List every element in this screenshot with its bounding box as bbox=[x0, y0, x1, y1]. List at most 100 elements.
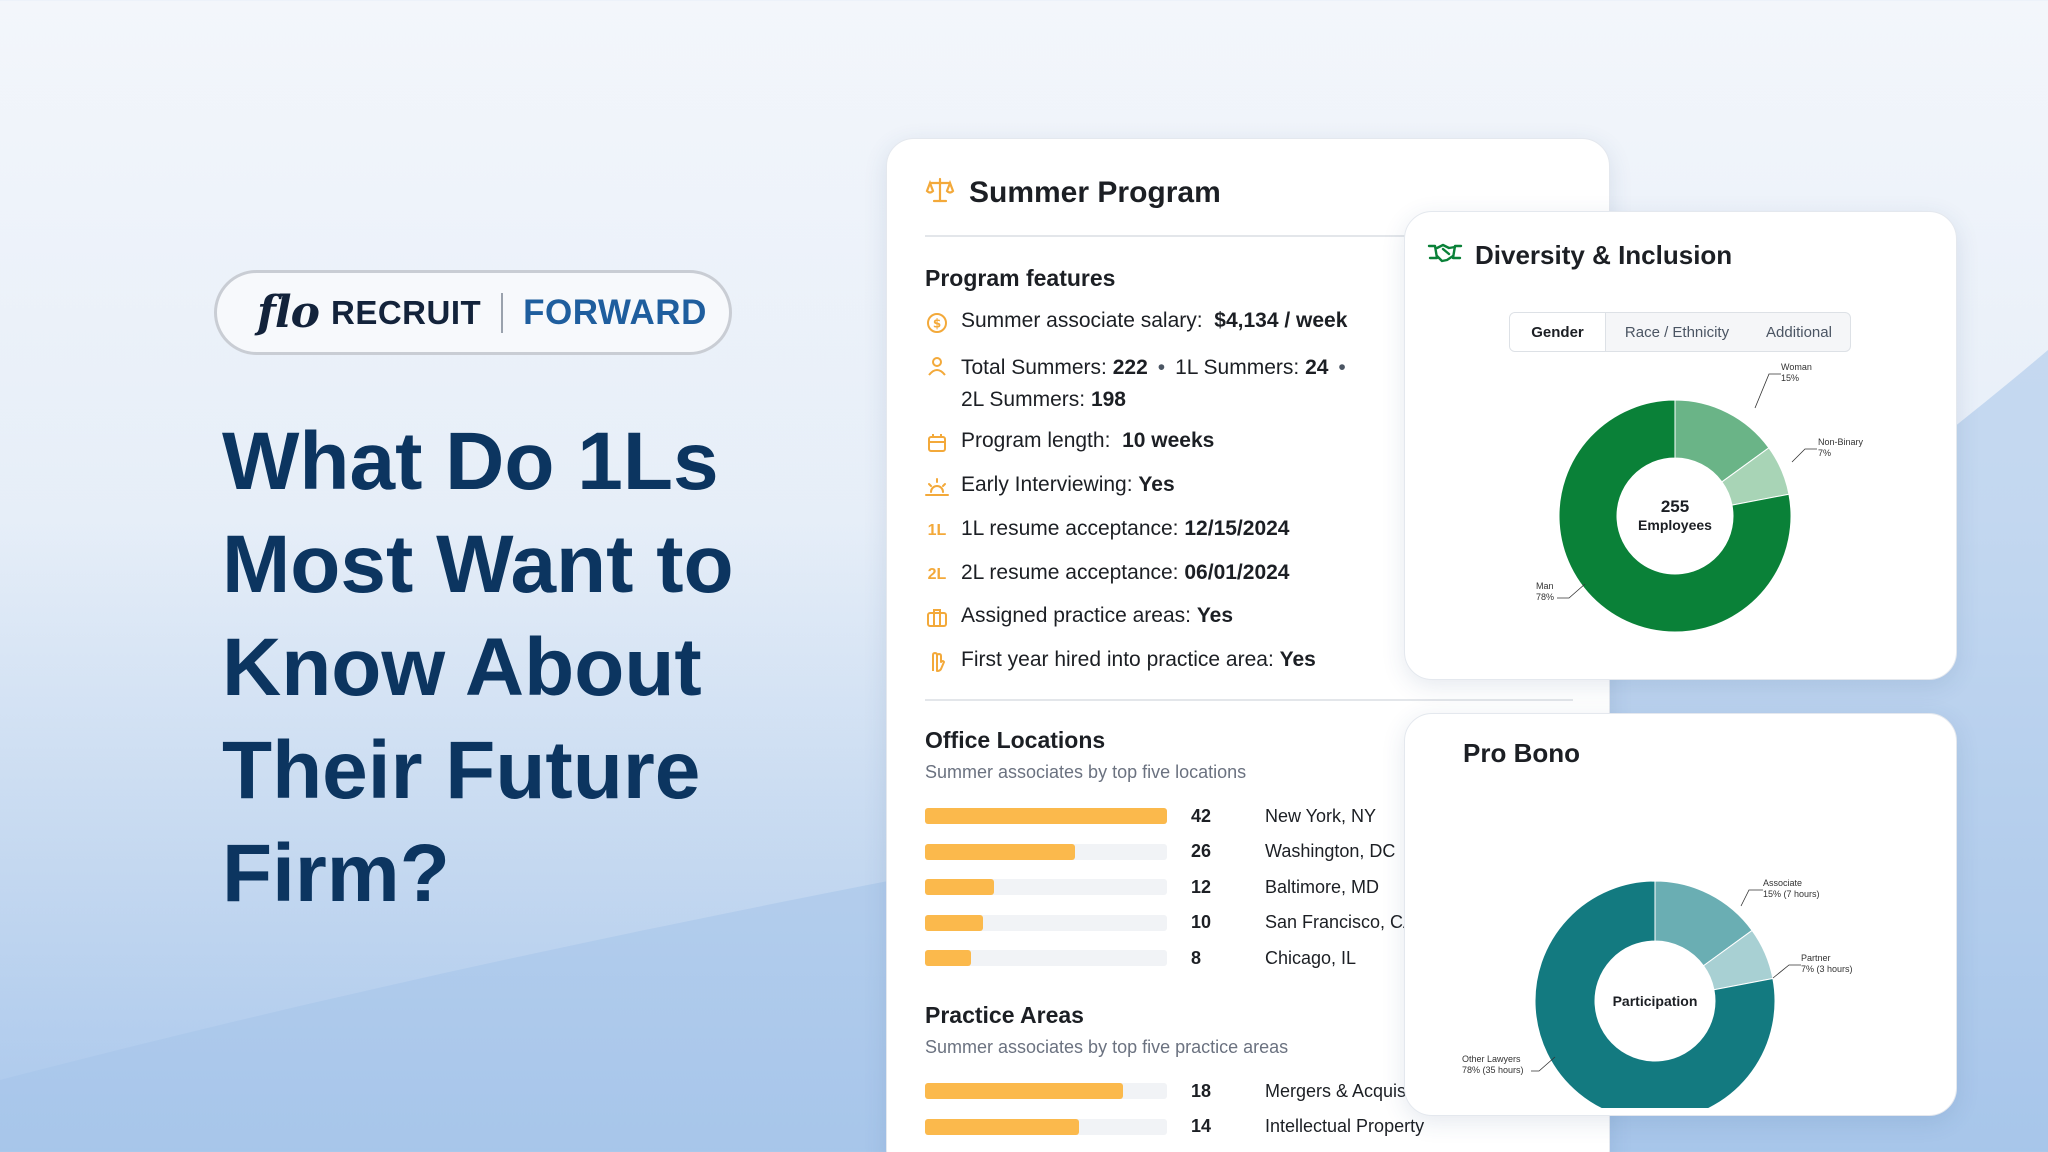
bar bbox=[925, 914, 983, 931]
bar-label: Intellectual Property bbox=[1265, 1116, 1425, 1136]
diversity-tabs: Gender Race / Ethnicity Additional bbox=[1509, 312, 1851, 352]
program-features-title: Program features bbox=[925, 265, 1116, 291]
bar-row: 42 New York, NY bbox=[925, 805, 1376, 827]
brand-divider bbox=[501, 292, 504, 333]
leader-line bbox=[1754, 373, 1781, 409]
bar-value: 12 bbox=[1191, 876, 1212, 897]
donut-hole bbox=[1617, 458, 1733, 574]
bar-label: San Francisco, CA bbox=[1265, 912, 1416, 932]
divider bbox=[925, 699, 1573, 701]
leader-line bbox=[1557, 583, 1586, 599]
2l-resume-label: 2L resume acceptance: bbox=[961, 561, 1179, 584]
svg-text:$: $ bbox=[933, 317, 941, 331]
bar-label: Washington, DC bbox=[1265, 841, 1396, 861]
summer-program-header: Summer Program bbox=[925, 175, 1221, 210]
bar-track bbox=[925, 1083, 1167, 1099]
practice-areas-title: Practice Areas bbox=[925, 1002, 1084, 1028]
feature-first-year: First year hired into practice area: Yes bbox=[925, 648, 1316, 674]
salary-value: $4,134 / week bbox=[1214, 309, 1348, 332]
bar-value: 10 bbox=[1191, 912, 1212, 932]
center-number: 255 bbox=[1661, 497, 1689, 516]
diversity-title: Diversity & Inclusion bbox=[1475, 240, 1733, 270]
center-label: Employees bbox=[1638, 517, 1712, 533]
length-value: 10 weeks bbox=[1122, 429, 1215, 452]
bar bbox=[925, 950, 972, 966]
bar-value: 14 bbox=[1191, 1116, 1212, 1136]
summer-program-title: Summer Program bbox=[969, 175, 1221, 209]
bar-label: Chicago, IL bbox=[1265, 947, 1357, 968]
bar bbox=[925, 808, 1167, 824]
leader-line bbox=[1772, 964, 1801, 979]
early-label: Early Interviewing: bbox=[961, 473, 1133, 496]
bar-row: 10 San Francisco, CA bbox=[925, 912, 1415, 934]
label-other-lawyers: Other Lawyers 78% (35 hours) bbox=[1462, 1054, 1524, 1075]
calendar-icon bbox=[925, 431, 949, 455]
tab-additional[interactable]: Additional bbox=[1748, 313, 1850, 351]
2l-summers-value: 198 bbox=[1090, 388, 1126, 411]
tab-race-ethnicity[interactable]: Race / Ethnicity bbox=[1606, 313, 1748, 351]
total-summers-label: Total Summers: bbox=[961, 356, 1107, 379]
bar-track bbox=[925, 1118, 1167, 1135]
brand-pill: flo RECRUIT FORWARD bbox=[214, 270, 732, 355]
label-non-binary: Non-Binary 7% bbox=[1818, 437, 1864, 458]
2l-icon: 2L bbox=[927, 566, 947, 583]
leader-line bbox=[1791, 448, 1817, 463]
feature-summers: Total Summers: 222 • 1L Summers: 24 • 2L Sum… bbox=[925, 352, 1381, 416]
headline: What Do 1Ls Most Want to Know About Thei… bbox=[222, 416, 734, 919]
bar-label: New York, NY bbox=[1265, 805, 1377, 826]
bar bbox=[925, 843, 1075, 860]
coin-icon: $ bbox=[925, 311, 949, 335]
1l-resume-label: 1L resume acceptance: bbox=[961, 517, 1179, 540]
handshake-icon bbox=[1427, 240, 1463, 271]
bar-row: 8 Chicago, IL bbox=[925, 947, 1356, 969]
pro-bono-card: Pro Bono Participation Associate 15% (7 ho… bbox=[1404, 713, 1957, 1116]
feature-2l-resume: 2L 2L resume acceptance: 06/01/2024 bbox=[925, 561, 1290, 587]
sunrise-icon bbox=[925, 475, 949, 499]
practice-areas-subtitle: Summer associates by top five practice a… bbox=[925, 1037, 1289, 1057]
briefcase-icon bbox=[925, 606, 949, 630]
1l-summers-value: 24 bbox=[1305, 356, 1329, 379]
length-label: Program length: bbox=[961, 429, 1111, 452]
bar-row: 12 Baltimore, MD bbox=[925, 876, 1379, 898]
feature-early: Early Interviewing: Yes bbox=[925, 473, 1175, 499]
bar bbox=[925, 879, 995, 895]
1l-resume-value: 12/15/2024 bbox=[1184, 517, 1290, 540]
bar bbox=[925, 1083, 1123, 1099]
leader-line bbox=[1740, 889, 1763, 907]
assigned-label: Assigned practice areas: bbox=[961, 604, 1191, 627]
feature-assigned: Assigned practice areas: Yes bbox=[925, 604, 1233, 630]
bar-row: 14 Intellectual Property bbox=[925, 1116, 1424, 1138]
feature-length: Program length: 10 weeks bbox=[925, 429, 1214, 455]
diversity-card: Diversity & Inclusion Gender Race / Ethn… bbox=[1404, 211, 1957, 680]
1l-icon: 1L bbox=[927, 522, 947, 539]
office-locations-subtitle: Summer associates by top five locations bbox=[925, 762, 1247, 782]
bar-track bbox=[925, 843, 1167, 860]
bar-track bbox=[925, 914, 1167, 931]
label-partner: Partner 7% (3 hours) bbox=[1801, 953, 1853, 974]
bar-value: 18 bbox=[1191, 1080, 1212, 1101]
bar-track bbox=[925, 950, 1167, 966]
assigned-value: Yes bbox=[1196, 604, 1234, 627]
brand-tagline: FORWARD bbox=[523, 292, 707, 332]
1l-summers-label: 1L Summers: bbox=[1175, 356, 1300, 379]
first-year-label: First year hired into practice area: bbox=[961, 648, 1274, 671]
center-label: Participation bbox=[1613, 993, 1698, 1009]
label-woman: Woman 15% bbox=[1781, 362, 1812, 383]
salary-label: Summer associate salary: bbox=[961, 309, 1203, 332]
gender-donut-chart: 255Employees Woman 15% Non-Binary 7% Man 78% bbox=[1536, 362, 1864, 633]
office-locations-title: Office Locations bbox=[925, 727, 1106, 753]
brand-logo-script: flo bbox=[257, 287, 320, 338]
hand-icon bbox=[925, 650, 949, 674]
feature-1l-resume: 1L 1L resume acceptance: 12/15/2024 bbox=[925, 517, 1290, 543]
diversity-header: Diversity & Inclusion bbox=[1427, 240, 1732, 271]
tab-gender[interactable]: Gender bbox=[1510, 313, 1606, 351]
bar-value: 26 bbox=[1191, 841, 1212, 861]
bar-row: 18 Mergers & Acquisitions bbox=[925, 1080, 1448, 1102]
scales-icon bbox=[925, 175, 955, 210]
bar bbox=[925, 1118, 1079, 1135]
bar-value: 42 bbox=[1191, 805, 1212, 826]
early-value: Yes bbox=[1138, 473, 1175, 496]
pro-bono-donut-chart: Participation Associate 15% (7 hours) Partn… bbox=[1462, 878, 1853, 1108]
2l-resume-value: 06/01/2024 bbox=[1184, 561, 1290, 584]
pro-bono-title: Pro Bono bbox=[1463, 738, 1580, 768]
